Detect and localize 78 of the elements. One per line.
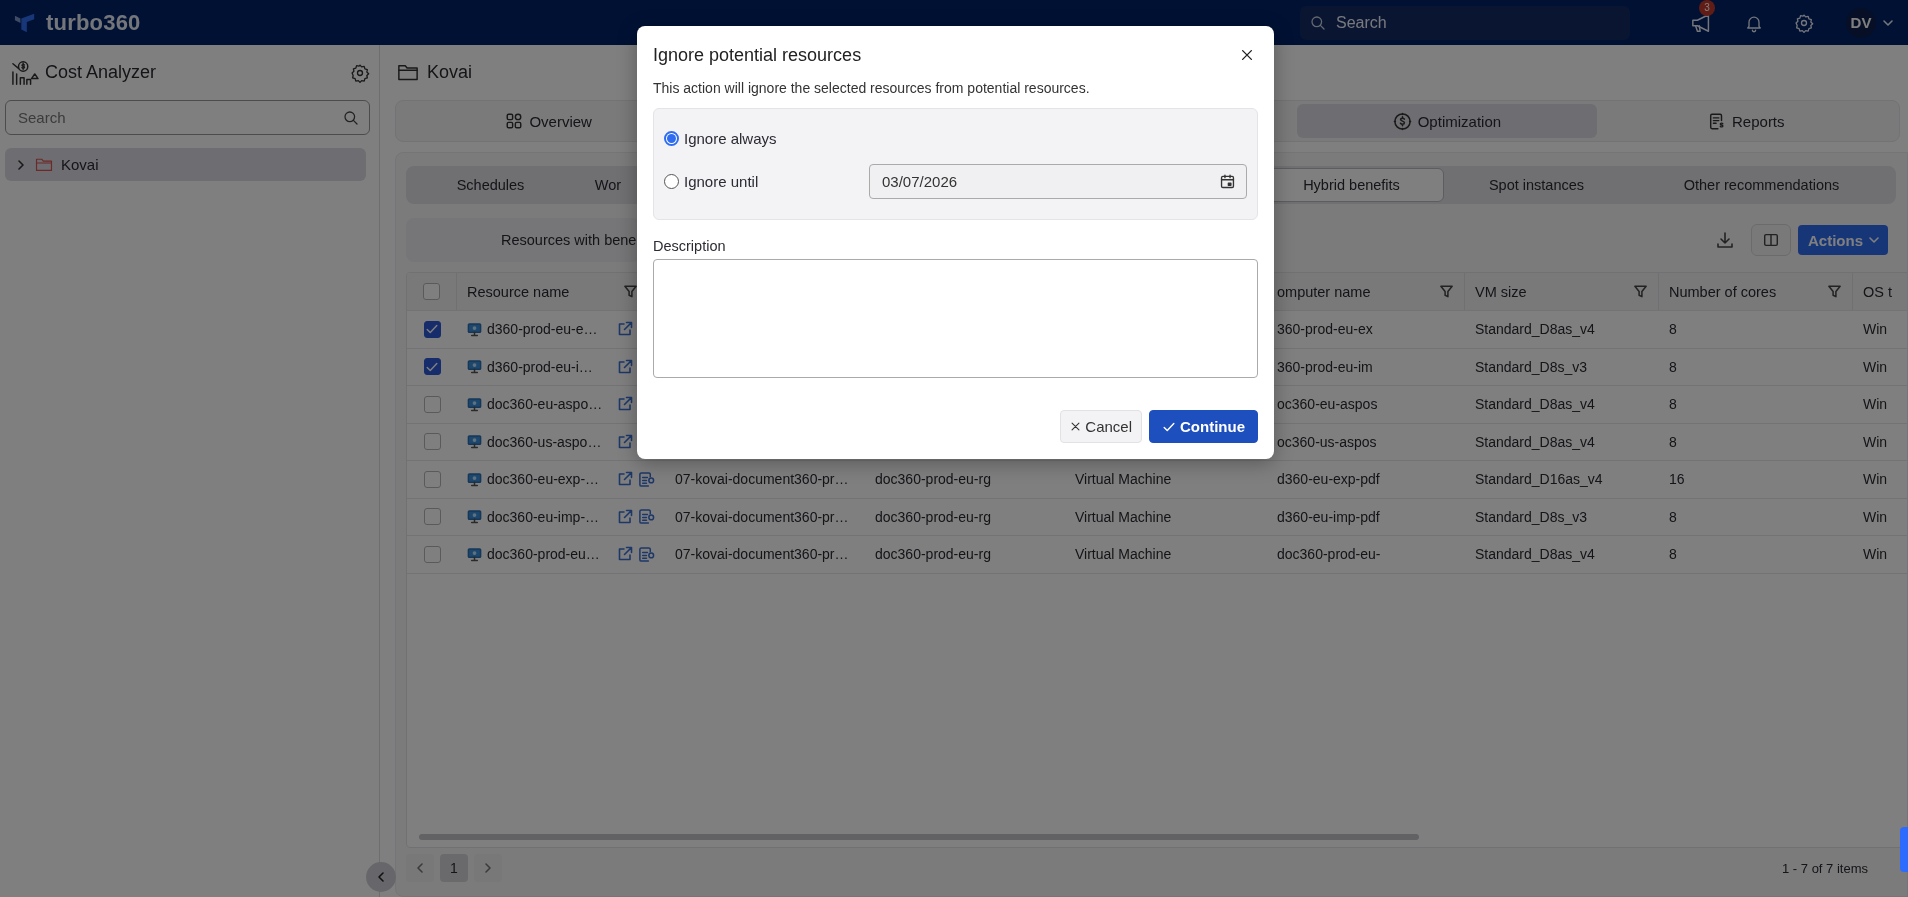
table-cell: 8	[1669, 546, 1677, 563]
sidebar-title: Cost Analyzer	[45, 62, 158, 83]
cancel-button[interactable]: Cancel	[1060, 410, 1142, 443]
actions-button[interactable]: Actions	[1798, 225, 1888, 255]
table-cell-text: doc360-eu-aspo…	[487, 396, 604, 413]
table-cell: 07-kovai-document360-pr…	[675, 471, 849, 488]
app-logo-text: turbo360	[46, 9, 141, 36]
table-cell: Win	[1863, 358, 1888, 375]
table-cell: Win	[1863, 396, 1888, 413]
table-cell: d360-eu-imp-pdf	[1277, 508, 1380, 525]
table-cell: 8	[1669, 433, 1677, 450]
table-cell: Standard_D8s_v3	[1475, 358, 1588, 375]
column-header: VM size	[1475, 283, 1528, 300]
user-avatar: DV	[1846, 7, 1876, 38]
table-cell: oc360-us-aspos	[1277, 433, 1377, 450]
column-header: omputer name	[1277, 283, 1372, 300]
search-input[interactable]: Search	[16, 108, 343, 127]
table-cell: oc360-eu-aspos	[1277, 396, 1378, 413]
table-cell: Standard_D16as_v4	[1475, 471, 1603, 488]
table-cell: Virtual Machine	[1075, 546, 1172, 563]
table-cell: doc360-prod-eu-rg	[875, 546, 991, 563]
table-cell: 8	[1669, 321, 1677, 338]
dialog-title: Ignore potential resources	[653, 44, 862, 66]
table-cell-text: doc360-prod-eu…	[487, 546, 601, 563]
table-cell: Standard_D8as_v4	[1475, 546, 1595, 563]
table-cell: doc360-prod-eu-rg	[875, 508, 991, 525]
table-cell-text: doc360-eu-imp-…	[487, 508, 601, 525]
table-cell: 07-kovai-document360-pr…	[675, 546, 849, 563]
table-cell: 8	[1669, 358, 1677, 375]
tree-item[interactable]: Kovai	[5, 148, 366, 181]
table-cell: 16	[1669, 471, 1685, 488]
table-cell-text: doc360-eu-exp-…	[487, 471, 601, 488]
table-cell: d360-eu-exp-pdf	[1277, 471, 1380, 488]
tab[interactable]: Schedules	[408, 168, 573, 202]
table-cell: 360-prod-eu-ex	[1277, 321, 1373, 338]
table-cell-text: doc360-us-aspo…	[487, 433, 603, 450]
table-cell: Standard_D8as_v4	[1475, 396, 1595, 413]
notification-badge: 3	[1699, 0, 1715, 16]
dialog-message: This action will ignore the selected resources from potential resources.	[653, 80, 1091, 96]
pagination-summary: 1 - 7 of 7 items	[1782, 860, 1868, 876]
table-cell: 07-kovai-document360-pr…	[675, 508, 849, 525]
tree-item-label: Kovai	[61, 156, 99, 173]
table-cell: Virtual Machine	[1075, 508, 1172, 525]
table-cell: 8	[1669, 508, 1677, 525]
radio-option[interactable]: Ignore always	[664, 130, 869, 147]
user-menu[interactable]: DV	[1844, 3, 1896, 42]
tab[interactable]: Reports	[1596, 104, 1896, 138]
column-header: OS t	[1863, 283, 1893, 300]
field-label: Description	[653, 238, 727, 254]
tab[interactable]: Spot instances	[1444, 168, 1629, 202]
page-button[interactable]: 1	[440, 854, 468, 882]
table-cell: doc360-prod-eu-	[1277, 546, 1381, 563]
table-cell: 8	[1669, 396, 1677, 413]
table-cell: Win	[1863, 433, 1888, 450]
table-cell: Win	[1863, 508, 1888, 525]
table-cell: Virtual Machine	[1075, 471, 1172, 488]
search-input[interactable]: Search	[1334, 12, 1620, 33]
tab[interactable]: Other recommendations	[1629, 168, 1894, 202]
table-cell: 360-prod-eu-im	[1277, 358, 1373, 375]
table-cell-text: d360-prod-eu-e…	[487, 321, 599, 338]
table-cell: doc360-prod-eu-rg	[875, 471, 991, 488]
date-input[interactable]: 03/07/2026	[880, 172, 1213, 191]
page-title: Kovai	[427, 62, 473, 83]
column-header: Resource name	[467, 283, 571, 300]
table-cell-text: d360-prod-eu-i…	[487, 358, 594, 375]
search-field[interactable]: Search	[5, 100, 370, 135]
table-cell: Standard_D8as_v4	[1475, 433, 1595, 450]
table-cell: Standard_D8as_v4	[1475, 321, 1595, 338]
column-header: Number of cores	[1669, 283, 1778, 300]
table-cell: Standard_D8s_v3	[1475, 508, 1588, 525]
table-cell: Win	[1863, 471, 1888, 488]
search-field[interactable]: Search	[1300, 5, 1630, 40]
table-cell: Win	[1863, 321, 1888, 338]
date-field[interactable]: 03/07/2026	[869, 164, 1247, 199]
radio-option[interactable]: Ignore until	[664, 173, 869, 190]
table-cell: Win	[1863, 546, 1888, 563]
tab[interactable]: Optimization	[1297, 104, 1597, 138]
continue-button[interactable]: Continue	[1149, 410, 1258, 443]
